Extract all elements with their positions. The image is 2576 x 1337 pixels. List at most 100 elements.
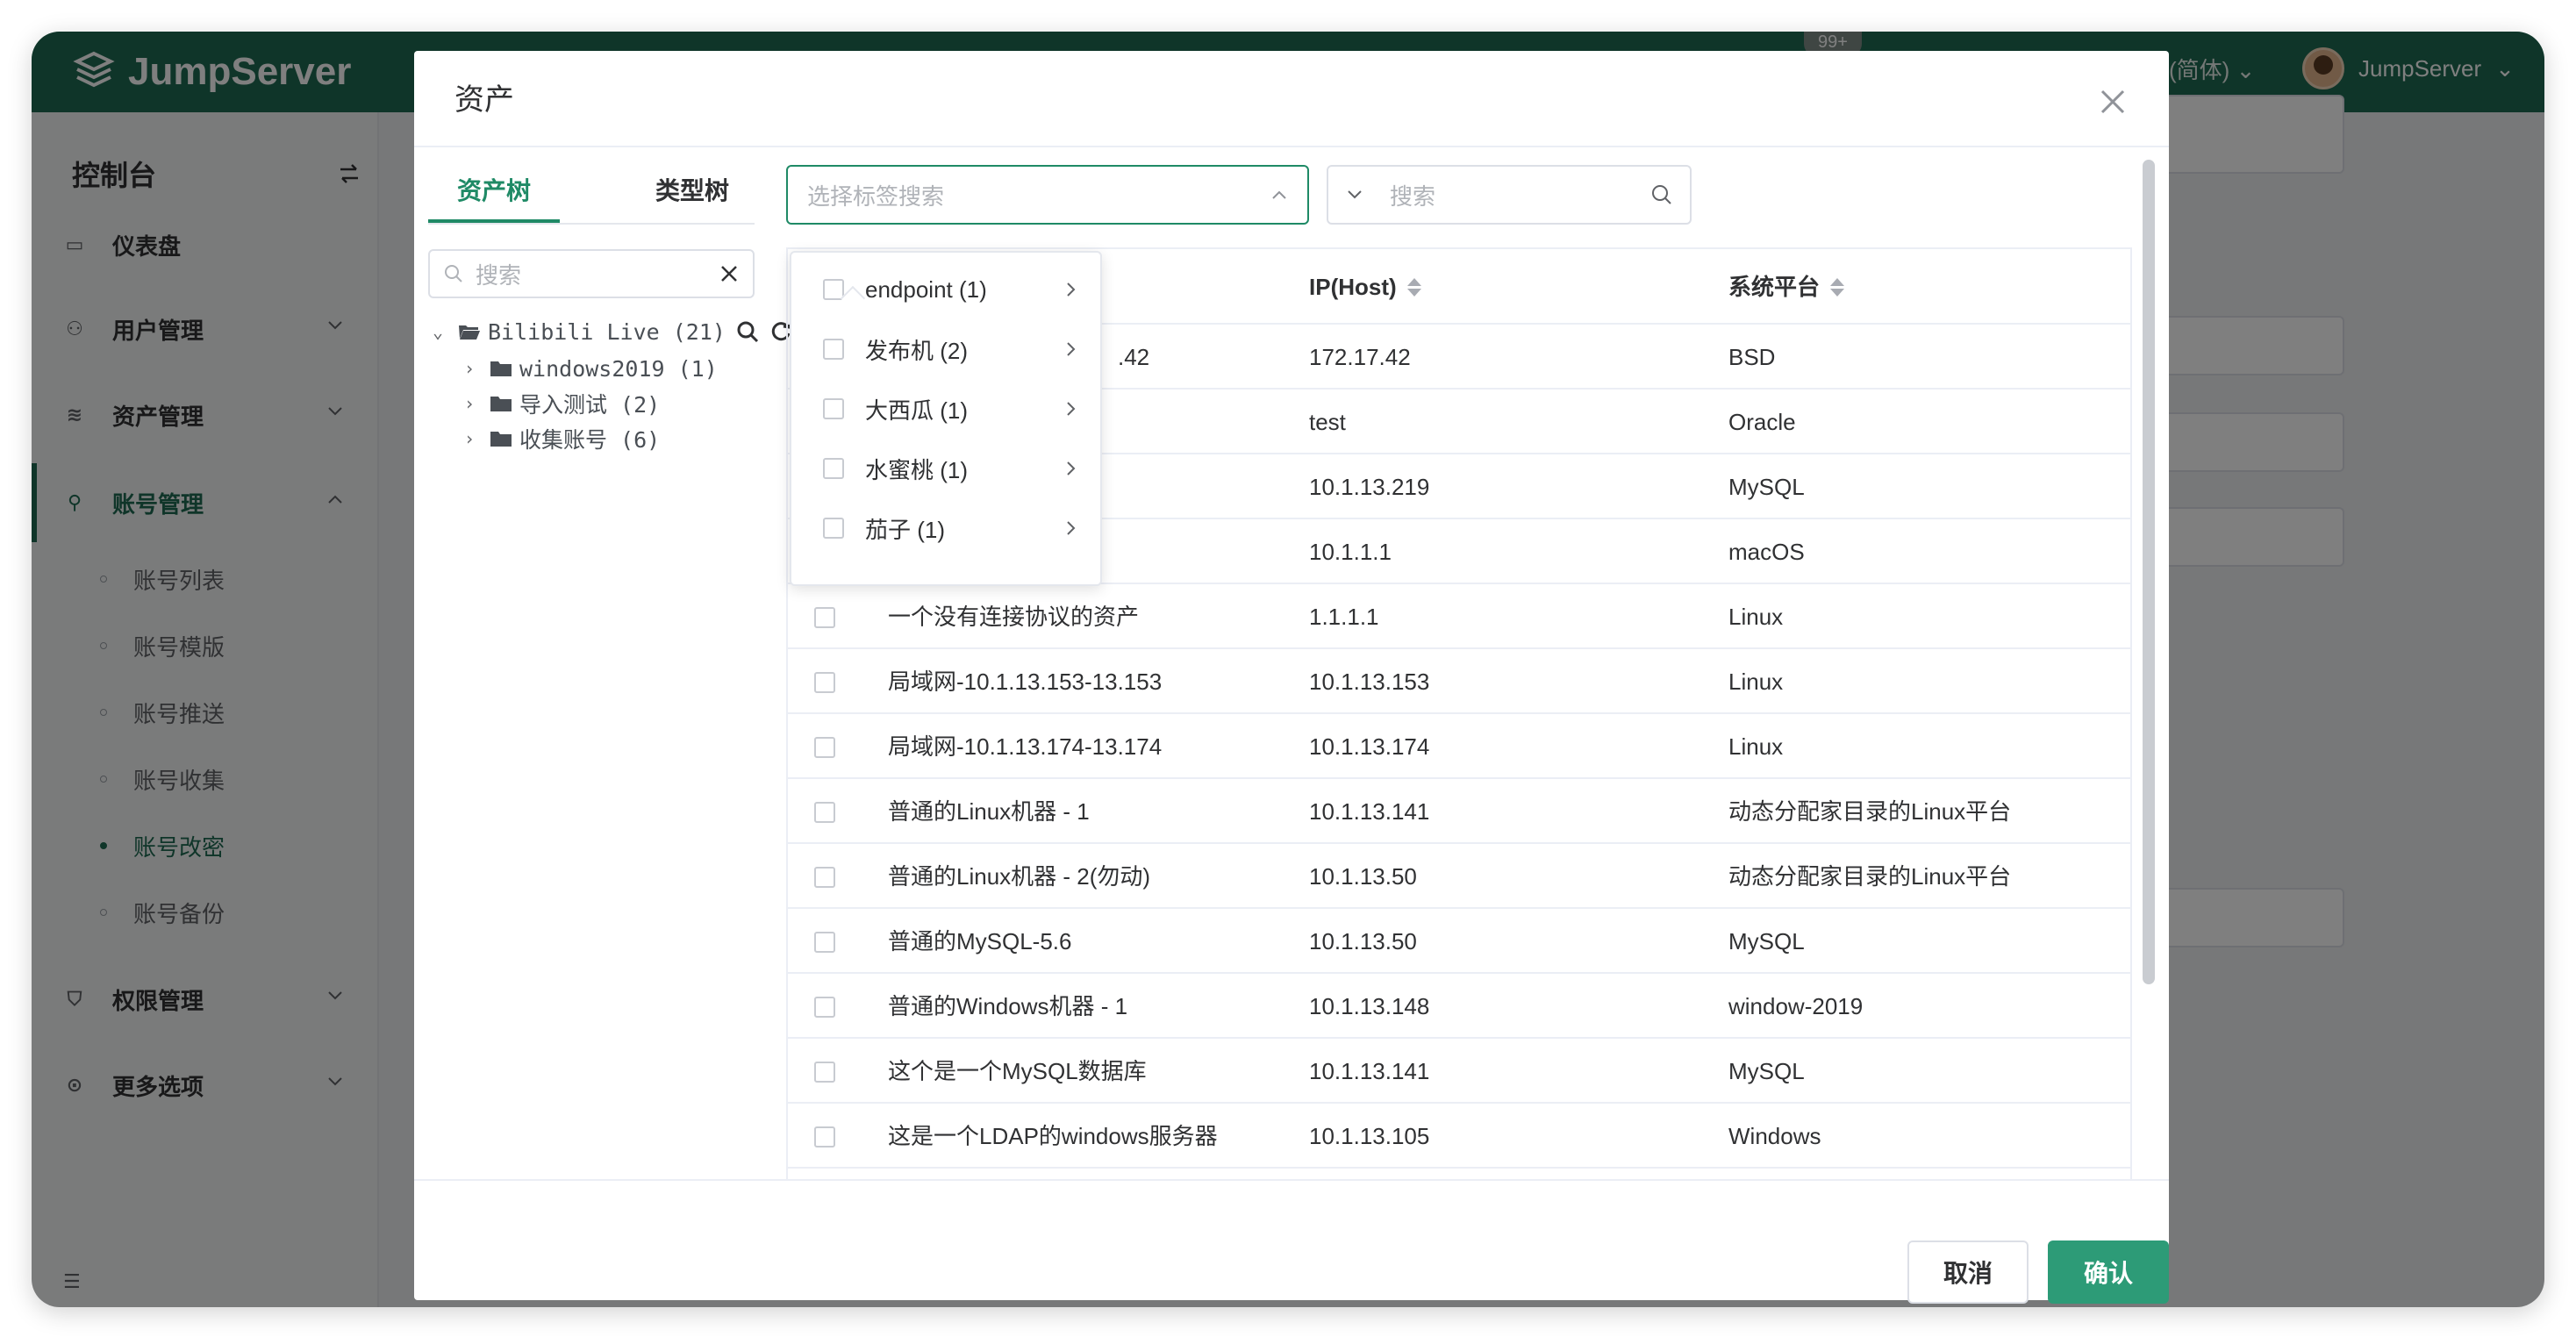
tag-option[interactable]: 大西瓜 (1) [791, 379, 1100, 439]
chevron-right-icon [1067, 461, 1076, 475]
asset-name-cell: 普通的Linux机器 - 1 [888, 798, 1090, 825]
asset-select-dialog: 资产 资产树 类型树 搜索 ⌄ Bilibili Live (21) › win… [414, 51, 2169, 1304]
tag-search-select[interactable]: 选择标签搜索 [786, 165, 1309, 225]
checkbox[interactable] [823, 398, 844, 419]
table-row[interactable]: 普通的Linux机器 - 1 10.1.13.141 动态分配家目录的Linux平台 [788, 779, 2130, 844]
chevron-right-icon [1067, 521, 1076, 535]
column-header-label: IP(Host) [1309, 274, 1397, 300]
tag-dropdown: endpoint (1) 发布机 (2) 大西瓜 (1) 水蜜桃 (1) 茄子 [790, 251, 1102, 586]
chevron-right-icon [1067, 282, 1076, 297]
divider [414, 1179, 2169, 1181]
close-icon[interactable] [719, 264, 739, 283]
checkbox[interactable] [814, 997, 835, 1018]
sort-icon[interactable] [1406, 277, 1421, 297]
table-row[interactable]: 局域网-10.1.13.153-13.153 10.1.13.153 Linux [788, 649, 2130, 714]
checkbox[interactable] [814, 1062, 835, 1083]
chevron-down-icon[interactable] [1346, 189, 1363, 201]
asset-ip-cell: 1.1.1.1 [1309, 604, 1379, 630]
tab-type-tree[interactable]: 类型树 [626, 165, 758, 223]
tag-option[interactable]: endpoint (1) [791, 260, 1100, 319]
asset-platform-cell: Linux [1728, 604, 1784, 630]
search-icon[interactable] [736, 320, 759, 343]
asset-ip-cell: test [1309, 409, 1346, 435]
asset-ip-cell: 10.1.13.148 [1309, 993, 1430, 1019]
asset-ip-cell: 10.1.1.1 [1309, 539, 1392, 565]
asset-search-input[interactable]: 搜索 [1327, 165, 1692, 225]
table-row[interactable]: 普通的Windows机器 - 1 10.1.13.148 window-2019 [788, 974, 2130, 1039]
scrollbar[interactable] [2143, 160, 2155, 984]
tree-tabs: 资产树 类型树 [428, 165, 755, 225]
cancel-button[interactable]: 取消 [1907, 1240, 2029, 1304]
tag-option-label: 大西瓜 (1) [865, 397, 969, 424]
checkbox[interactable] [814, 737, 835, 758]
asset-ip-cell: 10.1.13.153 [1309, 668, 1430, 695]
tree-search-input[interactable]: 搜索 [428, 249, 755, 298]
asset-platform-cell: 动态分配家目录的Linux平台 [1728, 798, 2012, 825]
asset-platform-cell: Oracle [1728, 409, 1796, 435]
chevron-right-icon[interactable]: › [460, 393, 479, 414]
asset-ip-cell: 10.1.13.174 [1309, 733, 1430, 760]
tag-option-label: 水蜜桃 (1) [865, 456, 969, 483]
chevron-up-icon [1272, 190, 1286, 199]
close-icon[interactable] [2097, 86, 2129, 118]
table-row[interactable]: 这是一个LDAP的windows服务器 10.1.13.105 Windows [788, 1104, 2130, 1169]
tree-node-label: 收集账号 (6) [519, 427, 661, 453]
table-row[interactable]: 局域网-10.1.13.174-13.174 10.1.13.174 Linux [788, 714, 2130, 779]
sort-icon[interactable] [1830, 277, 1845, 297]
checkbox[interactable] [814, 867, 835, 888]
asset-platform-cell: MySQL [1728, 928, 1805, 954]
asset-name-cell: 普通的MySQL-5.6 [888, 928, 1072, 954]
tag-option-label: 发布机 (2) [865, 337, 969, 364]
tree-node-label: windows2019 (1) [519, 355, 718, 382]
tree-node[interactable]: › 收集账号 (6) [460, 421, 660, 456]
tag-option-label: endpoint (1) [865, 275, 987, 303]
chevron-right-icon [1067, 402, 1076, 416]
asset-search-placeholder: 搜索 [1390, 182, 1436, 210]
asset-name-cell: 局域网-10.1.13.153-13.153 [888, 668, 1163, 695]
chevron-right-icon [1067, 342, 1076, 356]
tree-node-root[interactable]: ⌄ Bilibili Live (21) [428, 314, 792, 349]
asset-platform-cell: window-2019 [1728, 993, 1864, 1019]
chevron-right-icon[interactable]: › [460, 358, 479, 379]
checkbox[interactable] [814, 932, 835, 953]
checkbox[interactable] [814, 672, 835, 693]
table-row[interactable]: 这个是一个MySQL数据库 10.1.13.141 MySQL [788, 1039, 2130, 1104]
asset-name-cell: 这个是一个MySQL数据库 [888, 1058, 1147, 1084]
asset-ip-cell: 10.1.13.50 [1309, 863, 1417, 890]
column-header-platform[interactable]: 系统平台 [1728, 249, 1845, 325]
tree-node[interactable]: › windows2019 (1) [460, 351, 718, 386]
tag-option[interactable]: 茄子 (1) [791, 498, 1100, 558]
tree-node[interactable]: › 导入测试 (2) [460, 386, 660, 421]
chevron-down-icon[interactable]: ⌄ [428, 321, 447, 342]
folder-icon [490, 397, 512, 411]
asset-name-cell: 局域网-10.1.13.174-13.174 [888, 733, 1163, 760]
tag-option[interactable]: 水蜜桃 (1) [791, 439, 1100, 498]
tab-asset-tree[interactable]: 资产树 [428, 165, 560, 223]
asset-name-cell: .42 [1118, 344, 1150, 370]
asset-ip-cell: 10.1.13.141 [1309, 798, 1430, 825]
app-window: JumpServer 99+ (简体) ⌄ JumpServer ⌄ 控制台 ▭… [32, 32, 2544, 1307]
folder-open-icon [459, 325, 480, 340]
divider [414, 146, 2169, 147]
tree-node-label: Bilibili Live (21) [488, 318, 726, 345]
table-row[interactable]: 普通的Linux机器 - 2(勿动) 10.1.13.50 动态分配家目录的Linu… [788, 844, 2130, 909]
checkbox[interactable] [823, 339, 844, 360]
search-icon[interactable] [1651, 184, 1672, 205]
asset-platform-cell: 动态分配家目录的Linux平台 [1728, 863, 2012, 890]
asset-ip-cell: 10.1.13.219 [1309, 474, 1430, 500]
checkbox[interactable] [823, 518, 844, 539]
checkbox[interactable] [814, 1126, 835, 1148]
confirm-button[interactable]: 确认 [2048, 1240, 2169, 1304]
tree-search-placeholder: 搜索 [476, 261, 522, 289]
asset-platform-cell: macOS [1728, 539, 1805, 565]
checkbox[interactable] [814, 802, 835, 823]
tag-option[interactable]: 发布机 (2) [791, 319, 1100, 379]
asset-platform-cell: Linux [1728, 668, 1784, 695]
table-row[interactable]: 普通的MySQL-5.6 10.1.13.50 MySQL [788, 909, 2130, 974]
table-row[interactable]: 一个没有连接协议的资产 1.1.1.1 Linux [788, 584, 2130, 649]
column-header-ip[interactable]: IP(Host) [1309, 249, 1421, 325]
checkbox[interactable] [823, 458, 844, 479]
asset-ip-cell: 172.17.42 [1309, 344, 1411, 370]
checkbox[interactable] [814, 607, 835, 628]
chevron-right-icon[interactable]: › [460, 428, 479, 449]
